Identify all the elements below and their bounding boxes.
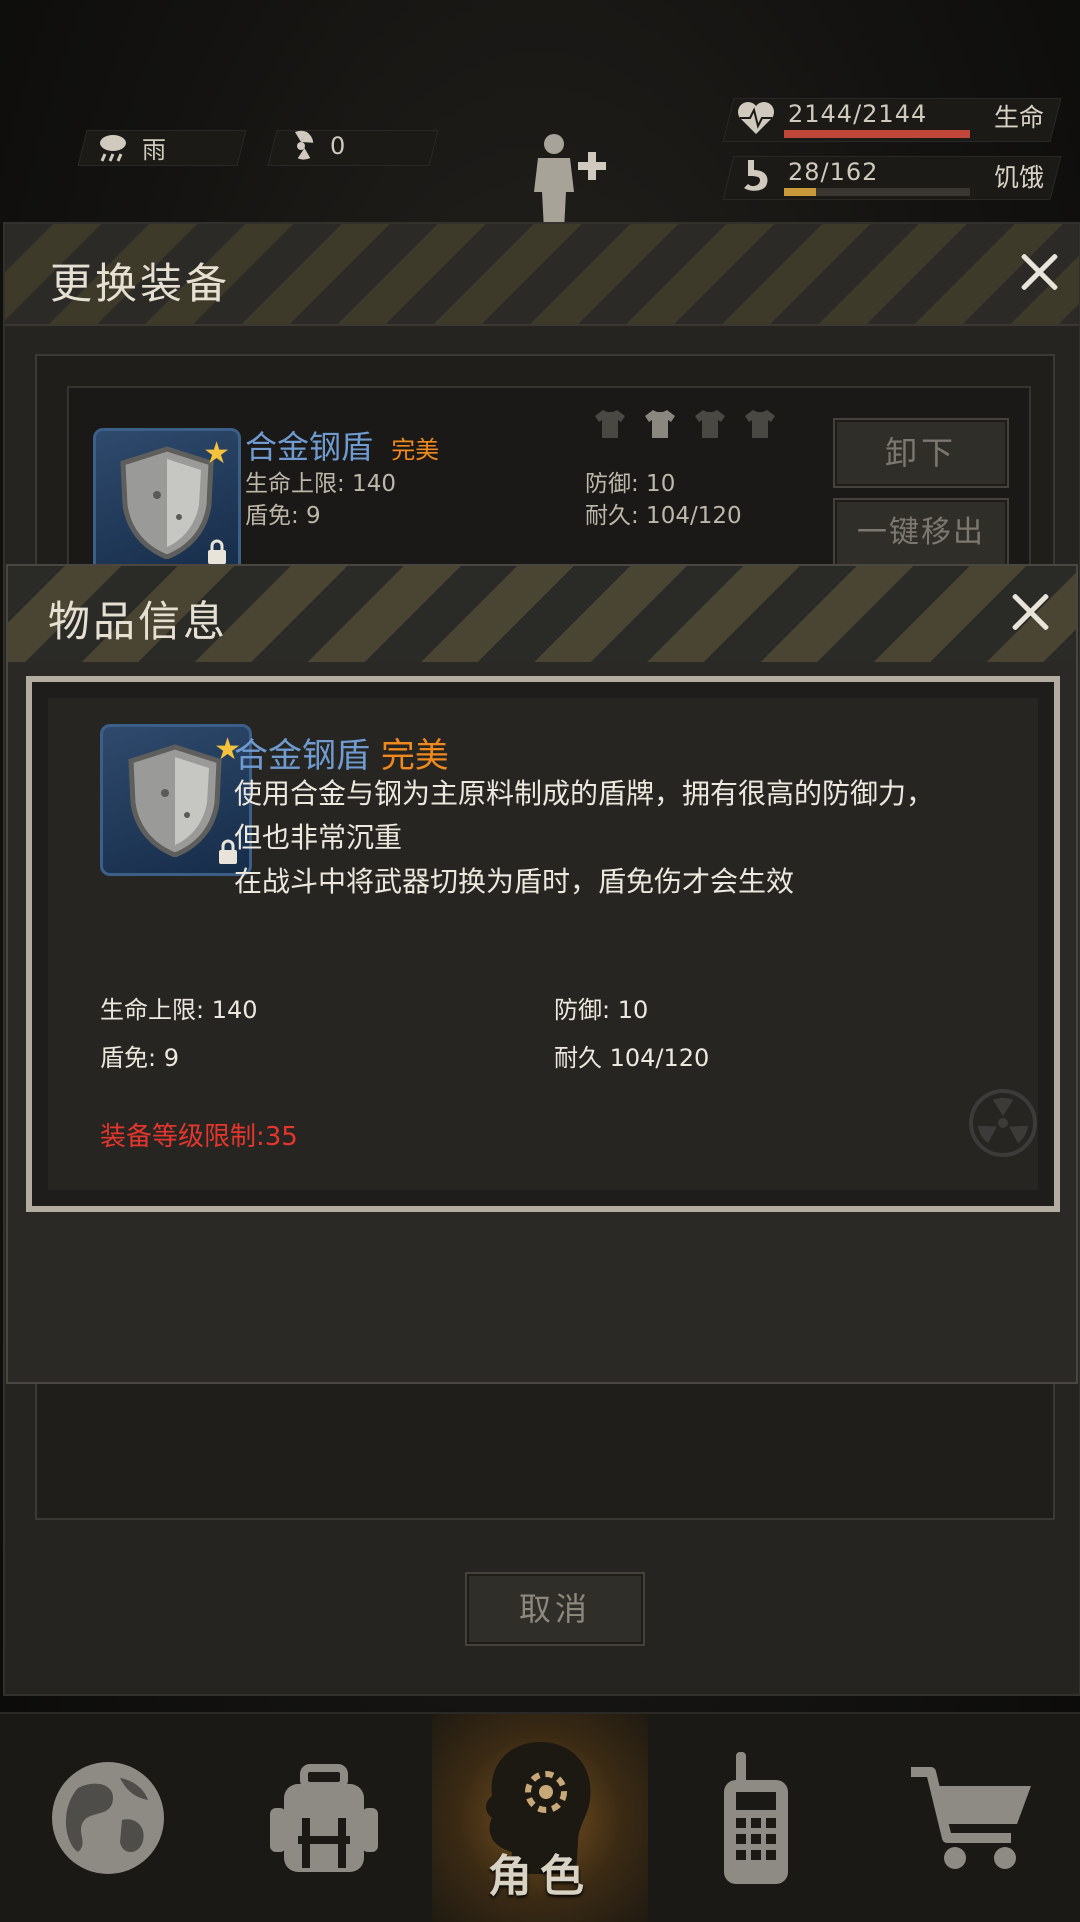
change-equipment-header: 更换装备 [5,224,1079,326]
item-info-header: 物品信息 [8,566,1076,662]
walkie-talkie-icon [724,1752,788,1884]
shield-icon [128,744,222,857]
weather-display: 雨 [96,130,166,164]
item-info-stat-durability: 耐久 104/120 [554,1044,710,1072]
hp-text: 2144/2144 [788,100,928,128]
equipped-item-name: 合金钢盾 [245,428,374,466]
unequip-button[interactable]: 卸下 [833,418,1009,488]
hp-bar [784,130,970,138]
item-info-icon: ★ [100,724,252,876]
equipped-stat-defense: 防御: 10 [585,471,676,497]
globe-icon [52,1762,164,1874]
nav-tab-character[interactable]: 角色 [432,1714,648,1922]
equipped-item-icon[interactable]: ★ [93,428,241,576]
item-info-stat-hp: 生命上限: 140 [100,996,258,1024]
cancel-button[interactable]: 取消 [465,1572,645,1646]
backpack-icon [270,1764,378,1872]
star-icon: ★ [203,436,230,471]
hunger-bar [784,188,970,196]
item-info-name: 合金钢盾 [234,736,370,776]
item-info-card-body: ★ 合金钢盾 完美 使用合金与钢为主原料制成的盾牌，拥有很高的防御力， 但也非常… [48,698,1038,1190]
item-info-title: 物品信息 [48,597,229,646]
hp-bar-fill [784,130,970,138]
lock-icon [208,539,226,564]
radiation-display: 0 [284,128,345,164]
item-info-description-line3: 在战斗中将武器切换为盾时，盾免伤才会生效 [234,865,795,898]
radiation-icon [295,130,314,160]
radiation-value: 0 [330,132,346,160]
rain-cloud-icon [100,135,126,162]
character-body-icon[interactable] [524,132,624,230]
hunger-bar-fill [784,188,816,196]
equipped-stat-block: 盾免: 9 [245,503,321,529]
hunger-text: 28/162 [788,158,879,186]
equipped-stat-hp: 生命上限: 140 [245,471,396,497]
change-equipment-title: 更换装备 [50,259,231,308]
weather-label: 雨 [142,135,166,164]
heart-icon [738,102,774,134]
shopping-cart-icon [911,1767,1031,1869]
status-bar: 雨 0 2144/2144 生命 28/162 饥饿 [0,0,1080,230]
equipped-item-quality: 完美 [391,436,440,464]
item-info-card-inner: ★ 合金钢盾 完美 使用合金与钢为主原料制成的盾牌，拥有很高的防御力， 但也非常… [32,682,1054,1206]
remove-all-button[interactable]: 一键移出 [833,498,1009,568]
item-info-stat-block: 盾免: 9 [100,1044,179,1072]
nav-tab-backpack[interactable] [216,1714,432,1922]
item-info-quality: 完美 [380,736,449,776]
bottom-nav: 角色 [0,1712,1080,1922]
item-info-close-button[interactable] [1006,588,1054,636]
stomach-icon [744,160,768,191]
change-equipment-close-button[interactable] [1015,248,1063,296]
item-info-card: ★ 合金钢盾 完美 使用合金与钢为主原料制成的盾牌，拥有很高的防御力， 但也非常… [26,676,1060,1212]
shirt-slot-icon [645,410,675,438]
nav-tab-world[interactable] [0,1714,216,1922]
equipped-item-name-row: 合金钢盾 完美 [245,422,439,468]
item-info-name-row: 合金钢盾 完美 [234,728,449,777]
shirt-slot-icon [595,410,625,438]
hp-label: 生命 [994,103,1045,132]
nav-tab-character-label: 角色 [488,1851,592,1902]
nav-tab-radio[interactable] [648,1714,864,1922]
shield-icon [120,446,214,559]
item-info-dialog: 物品信息 ★ 合金钢盾 完美 使用合金与钢为主原料制成的盾牌，拥有很高的防御力，… [6,564,1078,1384]
shirt-slot-icon [745,410,775,438]
shirt-slot-icon [695,410,725,438]
nav-tab-shop[interactable] [864,1714,1080,1922]
hunger-label: 饥饿 [994,163,1045,192]
item-info-description-line1: 使用合金与钢为主原料制成的盾牌，拥有很高的防御力， [234,777,935,810]
item-info-stat-defense: 防御: 10 [554,996,649,1024]
equipped-stat-durability: 耐久: 104/120 [585,503,742,529]
radiation-watermark-icon [969,1089,1037,1157]
item-info-description-line2: 但也非常沉重 [234,821,403,854]
item-info-level-requirement: 装备等级限制:35 [100,1122,298,1152]
